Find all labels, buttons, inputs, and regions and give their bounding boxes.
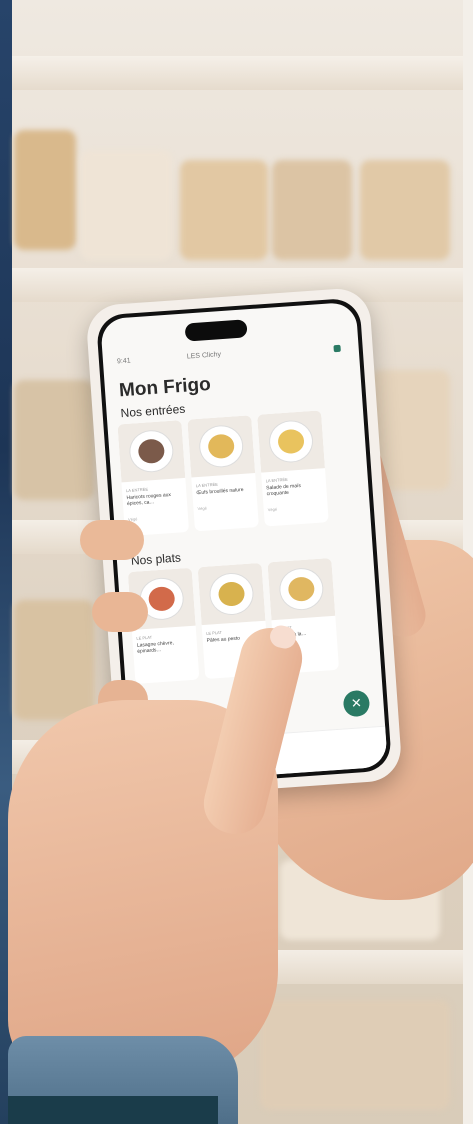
jar — [14, 130, 76, 250]
grid-icon[interactable]: ✕ — [342, 689, 371, 718]
product-card[interactable]: LA ENTRÉE Œufs brouillés nature Végé — [187, 415, 259, 532]
product-card[interactable]: LA ENTRÉE Salade de maïs croquante Végé — [257, 410, 329, 527]
product-image — [197, 562, 266, 626]
product-meta: Végé — [267, 506, 278, 513]
product-meta: Végé — [127, 516, 138, 523]
product-image — [117, 420, 186, 483]
product-name: Salade de maïs croquante — [266, 482, 302, 498]
jar — [80, 150, 172, 260]
product-meta: Végé — [197, 505, 207, 512]
cart-icon[interactable] — [333, 344, 341, 353]
status-time: 9:41 — [116, 357, 131, 366]
shelf — [12, 56, 463, 90]
product-image — [187, 415, 256, 478]
status-bar: 9:41 LES Clichy — [117, 343, 345, 373]
sleeve-cuff — [8, 1096, 218, 1124]
jar — [14, 600, 94, 720]
jar — [272, 160, 352, 260]
product-card[interactable]: LA ENTRÉE Haricots rouges aux épices, ca… — [117, 420, 190, 537]
product-name: Lasagne chèvre, épinards… — [136, 640, 175, 655]
jar — [260, 1000, 450, 1110]
jar — [180, 160, 268, 260]
page-title: Mon Frigo — [118, 373, 212, 402]
product-image — [267, 557, 336, 621]
photo: 9:41 LES Clichy Mon Frigo Nos entrées LA… — [0, 0, 473, 1124]
product-name: Œufs brouillés nature — [196, 486, 244, 497]
section-title-entrees: Nos entrées — [120, 401, 186, 421]
product-image — [257, 410, 325, 473]
dynamic-island — [184, 319, 248, 342]
entrees-carousel[interactable]: LA ENTRÉE Haricots rouges aux épices, ca… — [117, 410, 329, 537]
left-finger — [80, 520, 144, 560]
jar — [14, 380, 94, 500]
left-finger — [92, 592, 148, 632]
location-selector[interactable]: LES Clichy — [187, 351, 222, 360]
product-name: Haricots rouges aux épices, ca… — [126, 491, 172, 508]
jar — [360, 160, 450, 260]
plats-carousel[interactable]: LE PLAT Lasagne chèvre, épinards… LE PLA… — [127, 557, 340, 684]
